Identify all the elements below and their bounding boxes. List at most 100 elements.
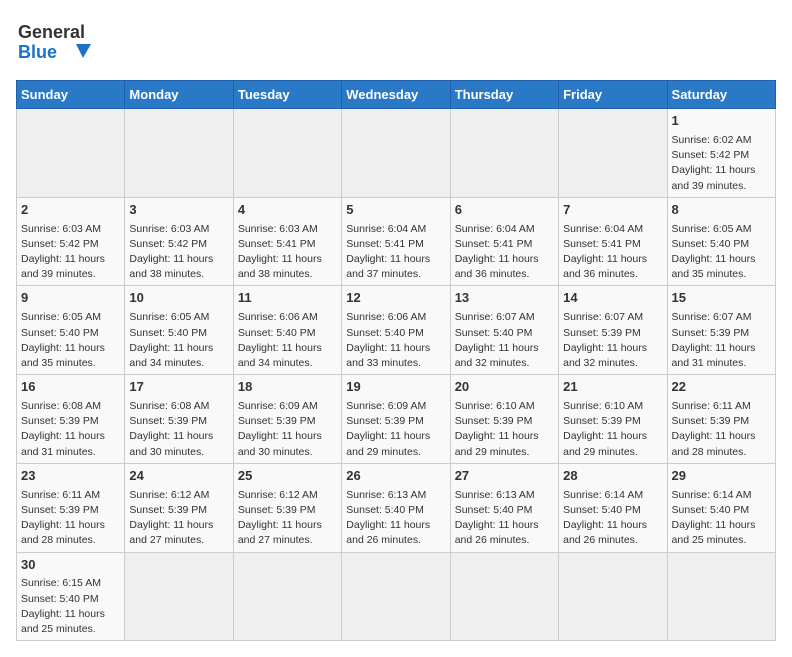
day-info: Sunrise: 6:04 AM Sunset: 5:41 PM Dayligh… xyxy=(346,222,445,283)
day-cell: 3Sunrise: 6:03 AM Sunset: 5:42 PM Daylig… xyxy=(125,197,233,286)
day-cell: 15Sunrise: 6:07 AM Sunset: 5:39 PM Dayli… xyxy=(667,286,775,375)
day-info: Sunrise: 6:13 AM Sunset: 5:40 PM Dayligh… xyxy=(455,488,554,549)
day-cell: 18 Sunrise: 6:09 AM Sunset: 5:39 PM Dayli… xyxy=(233,375,341,464)
day-cell xyxy=(559,552,667,641)
day-cell: 2 Sunrise: 6:03 AM Sunset: 5:42 PM Daylig… xyxy=(17,197,125,286)
logo-svg: General Blue xyxy=(16,16,106,68)
day-cell: 9Sunrise: 6:05 AM Sunset: 5:40 PM Daylig… xyxy=(17,286,125,375)
day-cell: 19 Sunrise: 6:09 AM Sunset: 5:39 PM Dayli… xyxy=(342,375,450,464)
day-cell: 29 Sunrise: 6:14 AM Sunset: 5:40 PM Dayli… xyxy=(667,463,775,552)
day-cell xyxy=(667,552,775,641)
logo: General Blue xyxy=(16,16,106,68)
day-cell: 28Sunrise: 6:14 AM Sunset: 5:40 PM Dayli… xyxy=(559,463,667,552)
week-row-1: 2 Sunrise: 6:03 AM Sunset: 5:42 PM Daylig… xyxy=(17,197,776,286)
day-number: 1 xyxy=(672,112,771,131)
header-cell-saturday: Saturday xyxy=(667,81,775,109)
day-cell xyxy=(450,552,558,641)
day-cell xyxy=(233,109,341,198)
day-info: Sunrise: 6:08 AM Sunset: 5:39 PM Dayligh… xyxy=(21,399,120,460)
calendar-body: 1 Sunrise: 6:02 AM Sunset: 5:42 PM Daylig… xyxy=(17,109,776,641)
day-number: 14 xyxy=(563,289,662,308)
day-number: 13 xyxy=(455,289,554,308)
day-cell: 5 Sunrise: 6:04 AM Sunset: 5:41 PM Daylig… xyxy=(342,197,450,286)
day-info: Sunrise: 6:07 AM Sunset: 5:40 PM Dayligh… xyxy=(455,310,554,371)
day-number: 20 xyxy=(455,378,554,397)
day-number: 2 xyxy=(21,201,120,220)
day-cell xyxy=(342,109,450,198)
day-number: 29 xyxy=(672,467,771,486)
day-number: 4 xyxy=(238,201,337,220)
day-info: Sunrise: 6:09 AM Sunset: 5:39 PM Dayligh… xyxy=(346,399,445,460)
day-number: 12 xyxy=(346,289,445,308)
day-info: Sunrise: 6:14 AM Sunset: 5:40 PM Dayligh… xyxy=(672,488,771,549)
day-cell: 23Sunrise: 6:11 AM Sunset: 5:39 PM Dayli… xyxy=(17,463,125,552)
week-row-4: 23Sunrise: 6:11 AM Sunset: 5:39 PM Dayli… xyxy=(17,463,776,552)
day-info: Sunrise: 6:15 AM Sunset: 5:40 PM Dayligh… xyxy=(21,576,120,637)
day-number: 5 xyxy=(346,201,445,220)
day-cell xyxy=(125,109,233,198)
day-info: Sunrise: 6:02 AM Sunset: 5:42 PM Dayligh… xyxy=(672,133,771,194)
day-cell xyxy=(17,109,125,198)
day-cell xyxy=(559,109,667,198)
header-cell-tuesday: Tuesday xyxy=(233,81,341,109)
day-number: 16 xyxy=(21,378,120,397)
day-cell: 21 Sunrise: 6:10 AM Sunset: 5:39 PM Dayli… xyxy=(559,375,667,464)
week-row-5: 30Sunrise: 6:15 AM Sunset: 5:40 PM Dayli… xyxy=(17,552,776,641)
day-cell: 20 Sunrise: 6:10 AM Sunset: 5:39 PM Dayli… xyxy=(450,375,558,464)
day-info: Sunrise: 6:08 AM Sunset: 5:39 PM Dayligh… xyxy=(129,399,228,460)
day-info: Sunrise: 6:03 AM Sunset: 5:42 PM Dayligh… xyxy=(21,222,120,283)
day-number: 30 xyxy=(21,556,120,575)
day-number: 8 xyxy=(672,201,771,220)
day-cell: 16 Sunrise: 6:08 AM Sunset: 5:39 PM Dayli… xyxy=(17,375,125,464)
day-number: 24 xyxy=(129,467,228,486)
day-info: Sunrise: 6:10 AM Sunset: 5:39 PM Dayligh… xyxy=(455,399,554,460)
day-info: Sunrise: 6:14 AM Sunset: 5:40 PM Dayligh… xyxy=(563,488,662,549)
day-info: Sunrise: 6:05 AM Sunset: 5:40 PM Dayligh… xyxy=(21,310,120,371)
day-cell: 12Sunrise: 6:06 AM Sunset: 5:40 PM Dayli… xyxy=(342,286,450,375)
calendar-table: SundayMondayTuesdayWednesdayThursdayFrid… xyxy=(16,80,776,641)
day-cell xyxy=(125,552,233,641)
day-number: 7 xyxy=(563,201,662,220)
day-cell: 27 Sunrise: 6:13 AM Sunset: 5:40 PM Dayli… xyxy=(450,463,558,552)
header-row: SundayMondayTuesdayWednesdayThursdayFrid… xyxy=(17,81,776,109)
day-number: 18 xyxy=(238,378,337,397)
day-info: Sunrise: 6:06 AM Sunset: 5:40 PM Dayligh… xyxy=(238,310,337,371)
day-number: 6 xyxy=(455,201,554,220)
header-cell-wednesday: Wednesday xyxy=(342,81,450,109)
header-cell-monday: Monday xyxy=(125,81,233,109)
header: General Blue xyxy=(16,16,776,68)
day-cell: 24Sunrise: 6:12 AM Sunset: 5:39 PM Dayli… xyxy=(125,463,233,552)
day-number: 10 xyxy=(129,289,228,308)
day-number: 11 xyxy=(238,289,337,308)
day-number: 3 xyxy=(129,201,228,220)
week-row-0: 1 Sunrise: 6:02 AM Sunset: 5:42 PM Daylig… xyxy=(17,109,776,198)
day-cell: 14 Sunrise: 6:07 AM Sunset: 5:39 PM Dayli… xyxy=(559,286,667,375)
day-info: Sunrise: 6:11 AM Sunset: 5:39 PM Dayligh… xyxy=(21,488,120,549)
header-cell-friday: Friday xyxy=(559,81,667,109)
day-cell: 6 Sunrise: 6:04 AM Sunset: 5:41 PM Daylig… xyxy=(450,197,558,286)
svg-text:Blue: Blue xyxy=(18,42,57,62)
day-number: 22 xyxy=(672,378,771,397)
day-info: Sunrise: 6:12 AM Sunset: 5:39 PM Dayligh… xyxy=(238,488,337,549)
day-number: 15 xyxy=(672,289,771,308)
day-cell: 25 Sunrise: 6:12 AM Sunset: 5:39 PM Dayli… xyxy=(233,463,341,552)
day-cell xyxy=(450,109,558,198)
day-info: Sunrise: 6:09 AM Sunset: 5:39 PM Dayligh… xyxy=(238,399,337,460)
day-cell: 10Sunrise: 6:05 AM Sunset: 5:40 PM Dayli… xyxy=(125,286,233,375)
day-number: 25 xyxy=(238,467,337,486)
day-info: Sunrise: 6:04 AM Sunset: 5:41 PM Dayligh… xyxy=(563,222,662,283)
day-info: Sunrise: 6:10 AM Sunset: 5:39 PM Dayligh… xyxy=(563,399,662,460)
day-cell: 11 Sunrise: 6:06 AM Sunset: 5:40 PM Dayli… xyxy=(233,286,341,375)
day-number: 27 xyxy=(455,467,554,486)
day-number: 21 xyxy=(563,378,662,397)
day-info: Sunrise: 6:04 AM Sunset: 5:41 PM Dayligh… xyxy=(455,222,554,283)
calendar-header: SundayMondayTuesdayWednesdayThursdayFrid… xyxy=(17,81,776,109)
day-info: Sunrise: 6:07 AM Sunset: 5:39 PM Dayligh… xyxy=(563,310,662,371)
day-number: 19 xyxy=(346,378,445,397)
day-number: 17 xyxy=(129,378,228,397)
day-cell xyxy=(233,552,341,641)
day-cell: 17 Sunrise: 6:08 AM Sunset: 5:39 PM Dayli… xyxy=(125,375,233,464)
day-number: 26 xyxy=(346,467,445,486)
day-info: Sunrise: 6:11 AM Sunset: 5:39 PM Dayligh… xyxy=(672,399,771,460)
day-cell: 1 Sunrise: 6:02 AM Sunset: 5:42 PM Daylig… xyxy=(667,109,775,198)
